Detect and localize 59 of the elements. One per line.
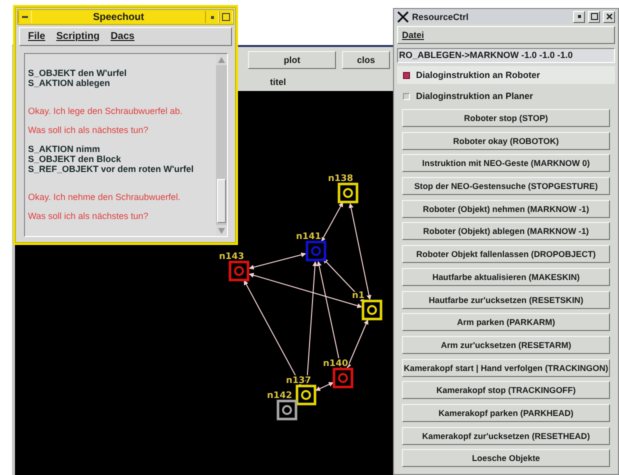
graph-node[interactable] [332,368,354,388]
command-button[interactable]: Roboter stop (STOP) [402,109,610,127]
command-button[interactable]: Stop der NEO-Gestensuche (STOPGESTURE) [402,177,610,196]
command-button[interactable]: Loesche Objekte [402,449,610,468]
checkbox[interactable] [403,72,410,78]
menu-item[interactable]: Datei [402,30,424,40]
scrollbar[interactable] [216,54,227,236]
checkbox-option[interactable]: Dialoginstruktion an Roboter [397,66,615,84]
close-button[interactable] [603,10,615,22]
node-label: n141 [296,232,322,242]
menu-item[interactable]: Dacs [110,31,134,42]
command-button[interactable]: Arm parken (PARKARM) [402,313,610,332]
x-logo-icon [397,10,409,22]
window-title: ResourceCtrl [412,12,470,22]
checkbox[interactable] [403,92,410,100]
node-label: n143 [219,252,244,262]
toolbar-button[interactable]: plot [248,51,336,69]
command-button[interactable]: Kamerakopf zur'ucksetzen (RESETHEAD) [402,426,610,445]
command-button[interactable]: Kamerakopf parken (PARKHEAD) [402,404,610,422]
node-label: n138 [328,174,354,184]
menu-item[interactable]: File [28,31,46,42]
checkbox-label: Dialoginstruktion an Planer [416,91,534,101]
edge-arrow [320,202,344,242]
edge-arrow [346,319,368,369]
window-menu-button[interactable] [18,11,32,23]
menu-item[interactable]: Scripting [56,31,100,42]
transcript-line: S_REF_OBJEKT vor dem roten W'urfel [28,164,195,174]
transcript-line: Okay. Ich nehme den Schraubwuerfel. [28,192,182,202]
command-button[interactable]: Hautfarbe zur'ucksetzen (RESETSKIN) [402,290,610,308]
transcript-line: S_AKTION ablegen [28,78,112,88]
transcript-line: Was soll ich als nächstes tun? [28,125,150,135]
command-button[interactable]: Roboter Objekt fallenlassen (DROPOBJECT) [402,245,610,264]
window-title: Speechout [92,12,146,22]
command-button[interactable]: Roboter okay (ROBOTOK) [402,132,610,150]
command-button[interactable]: Hautfarbe aktualisieren (MAKESKIN) [402,268,610,286]
transcript-line: S_OBJEKT den Block [28,154,122,164]
graph-node[interactable] [276,400,298,420]
transcript-line: S_OBJEKT den W'urfel [28,68,128,78]
toolbar-button[interactable]: clos [342,51,390,69]
graph-node[interactable] [228,260,250,282]
transcript-line: Was soll ich als nächstes tun? [28,211,150,221]
command-button[interactable]: Roboter (Objekt) nehmen (MARKNOW -1) [402,200,610,218]
minimize-button[interactable] [205,11,219,23]
command-field[interactable]: RO_ABLEGEN->MARKNOW -1.0 -1.0 -1.0 [397,48,615,63]
command-button[interactable]: Kamerakopf stop (TRACKINGOFF) [402,381,610,400]
scroll-thumb[interactable] [217,179,226,223]
command-button[interactable]: Instruktion mit NEO-Geste (MARKNOW 0) [402,154,610,172]
plot-title-label: titel [270,77,286,87]
checkbox-option[interactable]: Dialoginstruktion an Planer [397,87,615,105]
maximize-button[interactable] [219,11,233,23]
transcript-line: Okay. Ich lege den Schraubwuerfel ab. [28,106,184,116]
node-label: n142 [267,391,292,401]
command-button[interactable]: Kamerakopf start | Hand verfolgen (TRACKINGON) [402,358,610,377]
transcript-line: S_AKTION nimm [28,144,102,154]
close-icon [606,13,612,20]
checkbox-label: Dialoginstruktion an Roboter [416,70,540,80]
graph-node[interactable] [306,240,326,262]
command-button[interactable]: Arm zur'ucksetzen (RESETARM) [402,336,610,354]
command-button[interactable]: Roboter (Objekt) ablegen (MARKNOW -1) [402,222,610,240]
